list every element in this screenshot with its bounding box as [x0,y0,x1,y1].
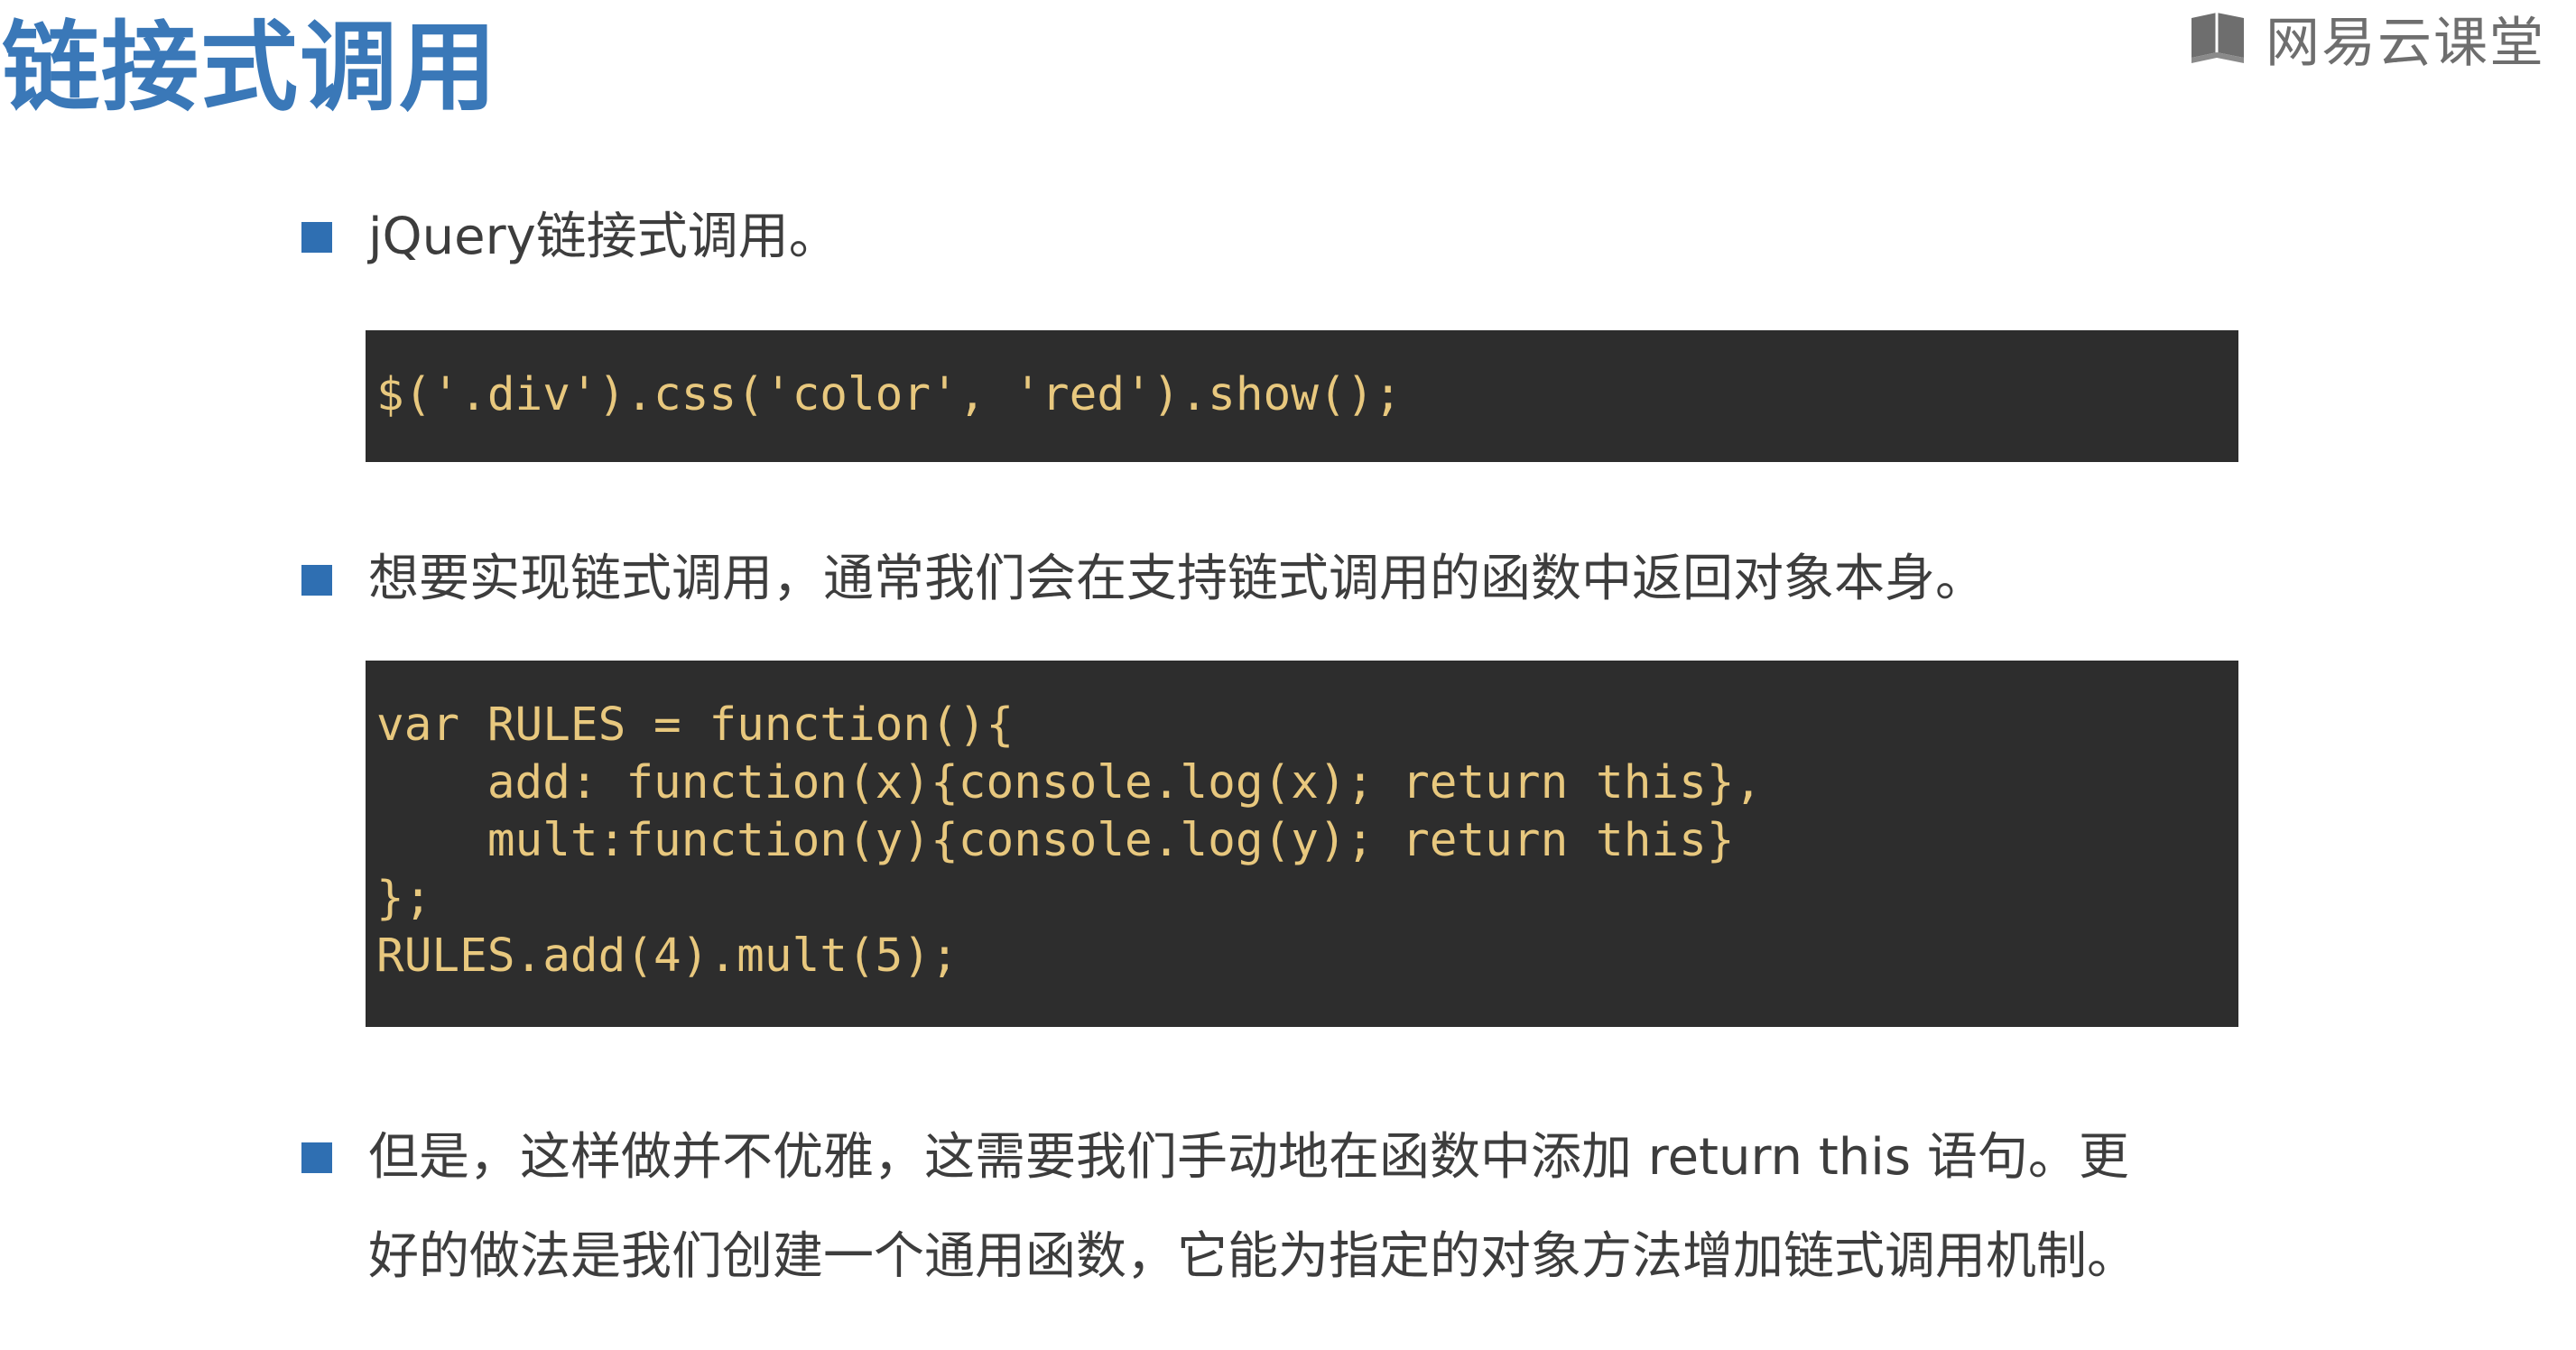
paragraph-line: 但是，这样做并不优雅，这需要我们手动地在函数中添加 return this 语句… [368,1128,2129,1187]
paragraph-line: 好的做法是我们创建一个通用函数，它能为指定的对象方法增加链式调用机制。 [368,1227,2137,1286]
slide-title: 链接式调用 [2,12,499,125]
brand-logo: 网易云课堂 [2186,0,2545,76]
bullet-text-return-self: 想要实现链式调用，通常我们会在支持链式调用的函数中返回对象本身。 [368,550,1986,608]
bullet-marker [301,565,332,596]
code-line: }; [376,872,432,925]
code-block-jquery: $('.div').css('color', 'red').show(); [366,330,2238,462]
bullet-text-jquery: jQuery链接式调用。 [368,208,839,266]
code-line: $('.div').css('color', 'red').show(); [376,368,1403,421]
code-block-rules: var RULES = function(){ add: function(x)… [366,661,2238,1027]
brand-name: 网易云课堂 [2266,11,2545,75]
bullet-marker [301,222,332,253]
bullet-text-generic-function: 但是，这样做并不优雅，这需要我们手动地在函数中添加 return this 语句… [368,1108,2137,1307]
code-line: add: function(x){console.log(x); return … [376,756,1763,809]
bullet-marker [301,1142,332,1173]
book-icon [2191,13,2244,63]
code-line: RULES.add(4).mult(5); [376,929,959,983]
code-line: var RULES = function(){ [376,698,1015,752]
code-line: mult:function(y){console.log(y); return … [376,814,1735,867]
